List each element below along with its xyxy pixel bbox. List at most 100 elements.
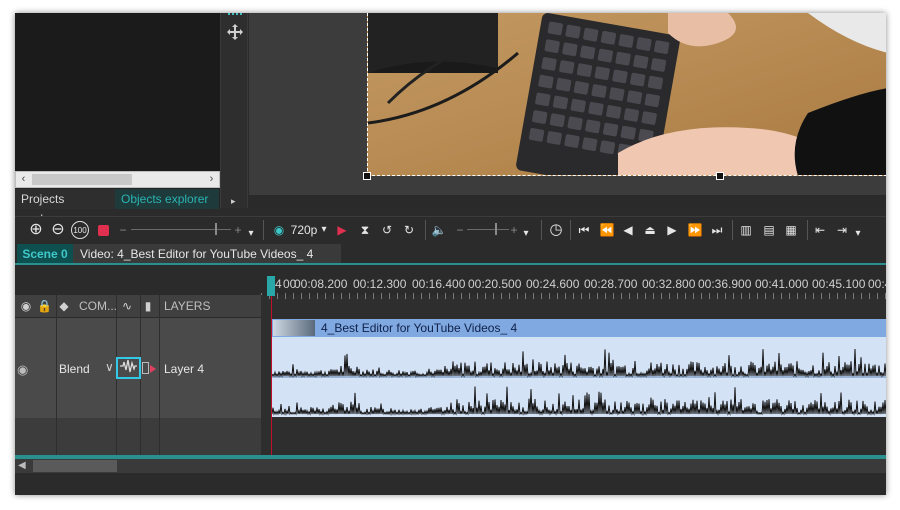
scroll-left-arrow[interactable]: ‹: [16, 172, 31, 187]
ruler-tick: 00:08.200: [294, 277, 348, 291]
volume-slider-knob[interactable]: [495, 223, 497, 235]
scroll-left-arrow[interactable]: ◀: [18, 459, 26, 473]
waveform-graphic: [271, 348, 886, 416]
step-back-icon[interactable]: ◀: [621, 221, 635, 239]
record-icon[interactable]: [95, 221, 111, 239]
zoom-minus[interactable]: −: [118, 221, 128, 239]
column-divider: [261, 295, 262, 455]
blend-dropdown-chevron[interactable]: ∨: [105, 360, 114, 374]
eye-icon[interactable]: ◉: [18, 298, 34, 314]
video-preview: [249, 13, 886, 208]
move-icon[interactable]: [226, 23, 244, 41]
panel-grip[interactable]: [228, 13, 242, 18]
toolbar-separator: [570, 220, 571, 240]
ruler-tick: 00:16.400: [412, 277, 466, 291]
fit-icon[interactable]: ⧗: [357, 221, 373, 239]
empty-layer-rows: [15, 418, 261, 455]
volume-plus[interactable]: +: [509, 221, 519, 239]
split-icon[interactable]: ▥: [738, 221, 754, 239]
go-to-end-icon[interactable]: ⏭: [709, 221, 725, 239]
playhead-handle[interactable]: [267, 276, 275, 296]
scrollbar-thumb[interactable]: [32, 174, 132, 185]
ruler-tick: 00:24.600: [526, 277, 580, 291]
layers-header: ◉ 🔒 ◆ COM... ∿ ▮ LAYERS: [15, 295, 261, 317]
blend-mode-label[interactable]: Blend: [59, 362, 90, 376]
waveform-icon[interactable]: ∿: [118, 298, 136, 314]
column-divider: [159, 295, 160, 455]
lock-icon[interactable]: 🔒: [37, 298, 52, 314]
audio-waveform[interactable]: [271, 337, 886, 417]
rotate-right-icon[interactable]: ↻: [401, 221, 417, 239]
stop-icon[interactable]: ⏏: [643, 221, 657, 239]
rewind-icon[interactable]: ⏪: [599, 221, 615, 239]
resize-handle-bottom-left[interactable]: [363, 172, 371, 180]
explorer-panel: ‹ › Projects explorer Objects explorer: [15, 13, 220, 226]
move-icon-glyph: [227, 24, 243, 40]
more-tools-caret[interactable]: ▾: [853, 225, 863, 243]
layer-visibility-icon[interactable]: ◉: [17, 362, 28, 378]
volume-icon[interactable]: 🔈: [431, 221, 447, 239]
zoom-100-button[interactable]: 100: [71, 221, 89, 239]
toolbar-separator: [263, 220, 264, 240]
layers-label: LAYERS: [164, 299, 211, 313]
tab-video[interactable]: Video: 4_Best Editor for YouTube Videos_…: [73, 244, 341, 264]
explorer-horizontal-scrollbar[interactable]: ‹ ›: [15, 171, 220, 188]
scroll-right-arrow[interactable]: ›: [204, 172, 219, 187]
ruler-tick: 00:20.500: [468, 277, 522, 291]
layer-bar-icon[interactable]: [142, 362, 149, 374]
scrollbar-thumb[interactable]: [33, 460, 117, 472]
mark-out-icon[interactable]: ⇥: [834, 221, 850, 239]
ruler-tick: 00:45.100: [812, 277, 866, 291]
preview-scrollbar[interactable]: [249, 195, 886, 208]
ruler-tick: 00:32.800: [642, 277, 696, 291]
layer-marker-icon: [150, 365, 156, 373]
ruler-tick: 00:36.900: [698, 277, 752, 291]
toolbar-separator: [541, 220, 542, 240]
ruler-tick: 00:41.000: [755, 277, 809, 291]
rotate-left-icon[interactable]: ↺: [379, 221, 395, 239]
timeline-ruler[interactable]: 4 00 00:08.200 00:12.300 00:16.400 00:20…: [261, 275, 886, 295]
waveform-icon: [120, 359, 137, 373]
zoom-out-icon[interactable]: ⊖: [49, 221, 67, 239]
trim-icon[interactable]: ▤: [761, 221, 777, 239]
eye-icon[interactable]: ◉: [271, 221, 287, 239]
play-icon[interactable]: ▶: [665, 221, 679, 239]
playhead-line[interactable]: [271, 296, 272, 456]
ruler-tick: 00:12.300: [353, 277, 407, 291]
preview-quality-label[interactable]: 720p: [289, 221, 319, 239]
layer-bar-icon[interactable]: ▮: [143, 298, 153, 314]
layer-name[interactable]: Layer 4: [164, 362, 204, 376]
volume-slider-track[interactable]: [467, 229, 509, 230]
shapes-icon[interactable]: ◆: [55, 298, 73, 314]
toolbar-separator: [807, 220, 808, 240]
preview-frame[interactable]: [367, 13, 886, 176]
fast-forward-icon[interactable]: ⏩: [687, 221, 703, 239]
preview-image: [368, 13, 886, 175]
tab-scene-0[interactable]: Scene 0: [17, 244, 73, 264]
audio-waveform-toggle[interactable]: [116, 357, 141, 379]
composition-label: COM...: [79, 299, 117, 313]
scene-tabs: Scene 0 Video: 4_Best Editor for YouTube…: [15, 244, 886, 264]
volume-more-caret[interactable]: ▾: [521, 225, 531, 243]
zoom-more-caret[interactable]: ▾: [246, 225, 256, 243]
go-to-start-icon[interactable]: ⏮: [576, 221, 592, 239]
timeline-toolbar: ⊕ ⊖ 100 − + ▾ ◉ 720p ▾ ▶ ⧗ ↺ ↻ 🔈 − + ▾ ◷…: [15, 216, 886, 242]
tool-expand-arrow[interactable]: ▸: [231, 196, 236, 207]
clip-title: 4_Best Editor for YouTube Videos_ 4: [321, 321, 518, 335]
zoom-slider-knob[interactable]: [215, 223, 217, 235]
zoom-in-icon[interactable]: ⊕: [27, 221, 45, 239]
timeline-horizontal-scrollbar[interactable]: ◀: [15, 459, 886, 473]
clock-icon[interactable]: ◷: [547, 221, 565, 239]
play-preview-icon[interactable]: ▶: [335, 221, 349, 239]
clip-thumbnail: [273, 320, 315, 336]
mark-in-icon[interactable]: ⇤: [812, 221, 828, 239]
toolbar-separator: [425, 220, 426, 240]
volume-minus[interactable]: −: [455, 221, 465, 239]
crop-icon[interactable]: ▦: [783, 221, 799, 239]
zoom-plus[interactable]: +: [233, 221, 243, 239]
scene-divider: [15, 263, 886, 265]
quality-dropdown-caret[interactable]: ▾: [319, 221, 329, 239]
tab-objects-explorer[interactable]: Objects explorer: [115, 189, 219, 209]
resize-handle-bottom-middle[interactable]: [716, 172, 724, 180]
tab-projects-explorer[interactable]: Projects explorer: [15, 189, 115, 226]
